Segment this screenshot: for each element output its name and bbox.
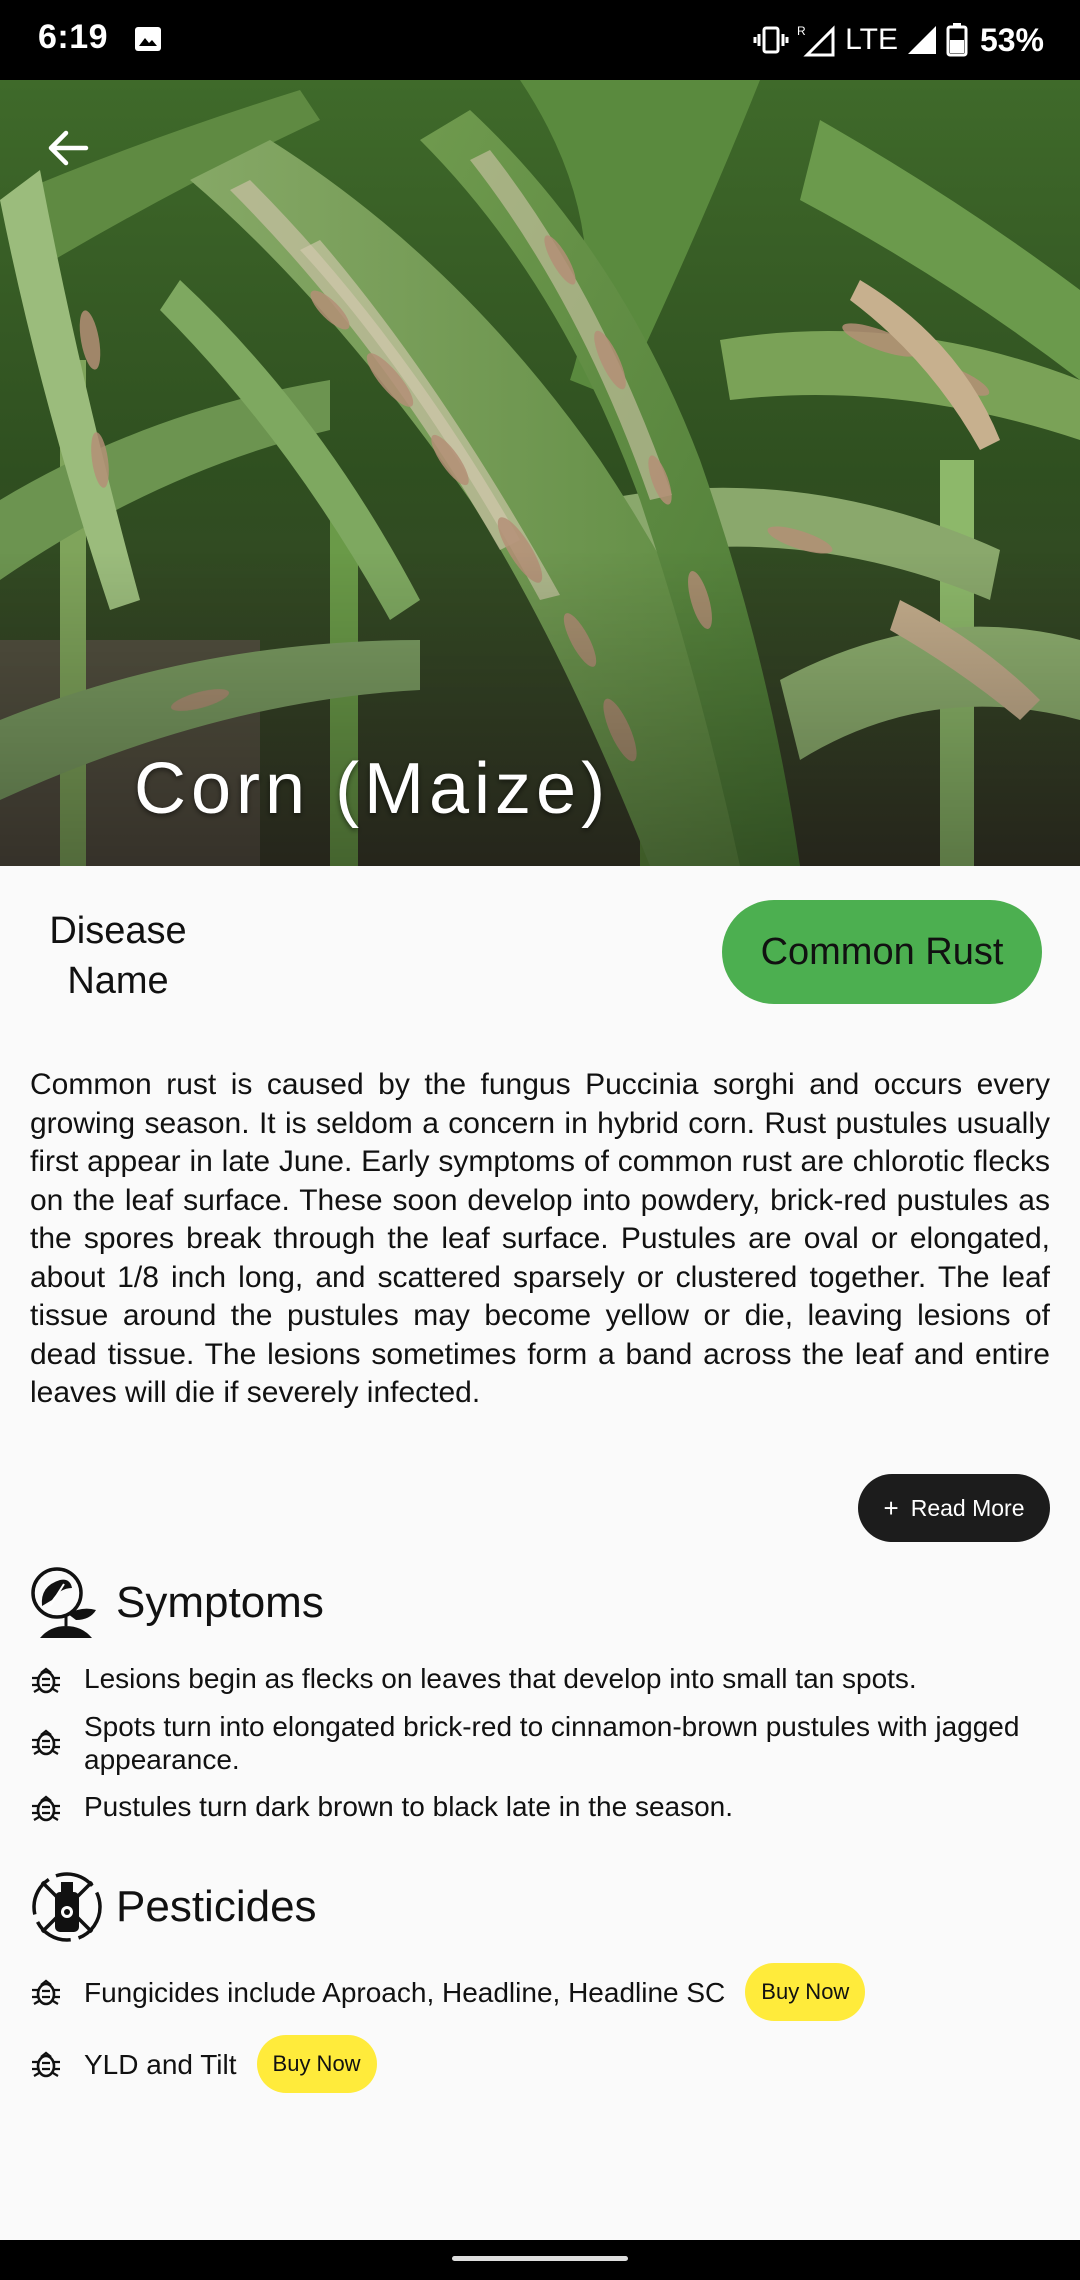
home-gesture-handle[interactable] <box>452 2256 628 2261</box>
bug-icon <box>32 2051 60 2078</box>
status-bar: 6:19 R LTE 53% <box>0 0 1080 80</box>
arrow-left-icon <box>48 130 89 166</box>
vibrate-icon <box>753 26 789 54</box>
roaming-indicator: R <box>797 24 806 38</box>
plus-icon: + <box>883 1492 899 1523</box>
read-more-label: Read More <box>910 1494 1025 1521</box>
symptom-item: Pustules turn dark brown to black late i… <box>30 1790 1050 1824</box>
roaming-signal-icon: R <box>797 24 835 57</box>
signal-icon <box>907 26 936 54</box>
symptom-text: Spots turn into elongated brick-red to c… <box>84 1711 1020 1775</box>
pesticide-text: Fungicides include Aproach, Headline, He… <box>84 1976 726 2008</box>
disease-row: Disease Name Common Rust <box>0 900 1080 1010</box>
battery-percent: 53% <box>979 21 1044 58</box>
bug-icon <box>32 1667 60 1694</box>
symptoms-title: Symptoms <box>116 1578 324 1627</box>
buy-now-button[interactable]: Buy Now <box>256 2035 377 2093</box>
symptom-text: Pustules turn dark brown to black late i… <box>84 1791 734 1822</box>
disease-name-label: Disease Name <box>49 910 187 1002</box>
symptom-text: Lesions begin as flecks on leaves that d… <box>84 1663 917 1694</box>
back-button[interactable] <box>40 120 96 176</box>
symptoms-header: Symptoms <box>30 1566 324 1640</box>
symptom-item: Spots turn into elongated brick-red to c… <box>30 1710 1050 1776</box>
symptom-item: Lesions begin as flecks on leaves that d… <box>30 1662 1050 1696</box>
bug-icon <box>32 1729 60 1756</box>
pesticides-title: Pesticides <box>116 1882 317 1931</box>
pesticide-spray-icon <box>32 1872 102 1942</box>
hero-banner: Corn (Maize) <box>0 80 1080 866</box>
disease-name-chip: Common Rust <box>722 900 1042 1004</box>
bug-icon <box>32 1979 60 2006</box>
pesticides-header: Pesticides <box>30 1870 317 1944</box>
status-right: R LTE 53% <box>753 16 1044 64</box>
buy-now-button[interactable]: Buy Now <box>745 1963 866 2021</box>
status-time: 6:19 <box>38 18 109 56</box>
pesticide-text: YLD and Tilt <box>84 2048 237 2080</box>
navigation-bar <box>0 2240 1080 2280</box>
plant-symptoms-icon <box>31 1567 96 1638</box>
read-more-button[interactable]: + Read More <box>858 1474 1050 1542</box>
network-type: LTE <box>845 23 898 56</box>
battery-icon <box>946 23 968 57</box>
pesticide-item: Fungicides include Aproach, Headline, He… <box>30 1963 1050 2021</box>
crop-title: Corn (Maize) <box>134 749 611 829</box>
pesticide-item: YLD and Tilt Buy Now <box>30 2035 1050 2093</box>
image-icon <box>135 27 161 51</box>
bug-icon <box>32 1795 60 1822</box>
disease-description: Common rust is caused by the fungus Pucc… <box>30 1068 1050 1409</box>
